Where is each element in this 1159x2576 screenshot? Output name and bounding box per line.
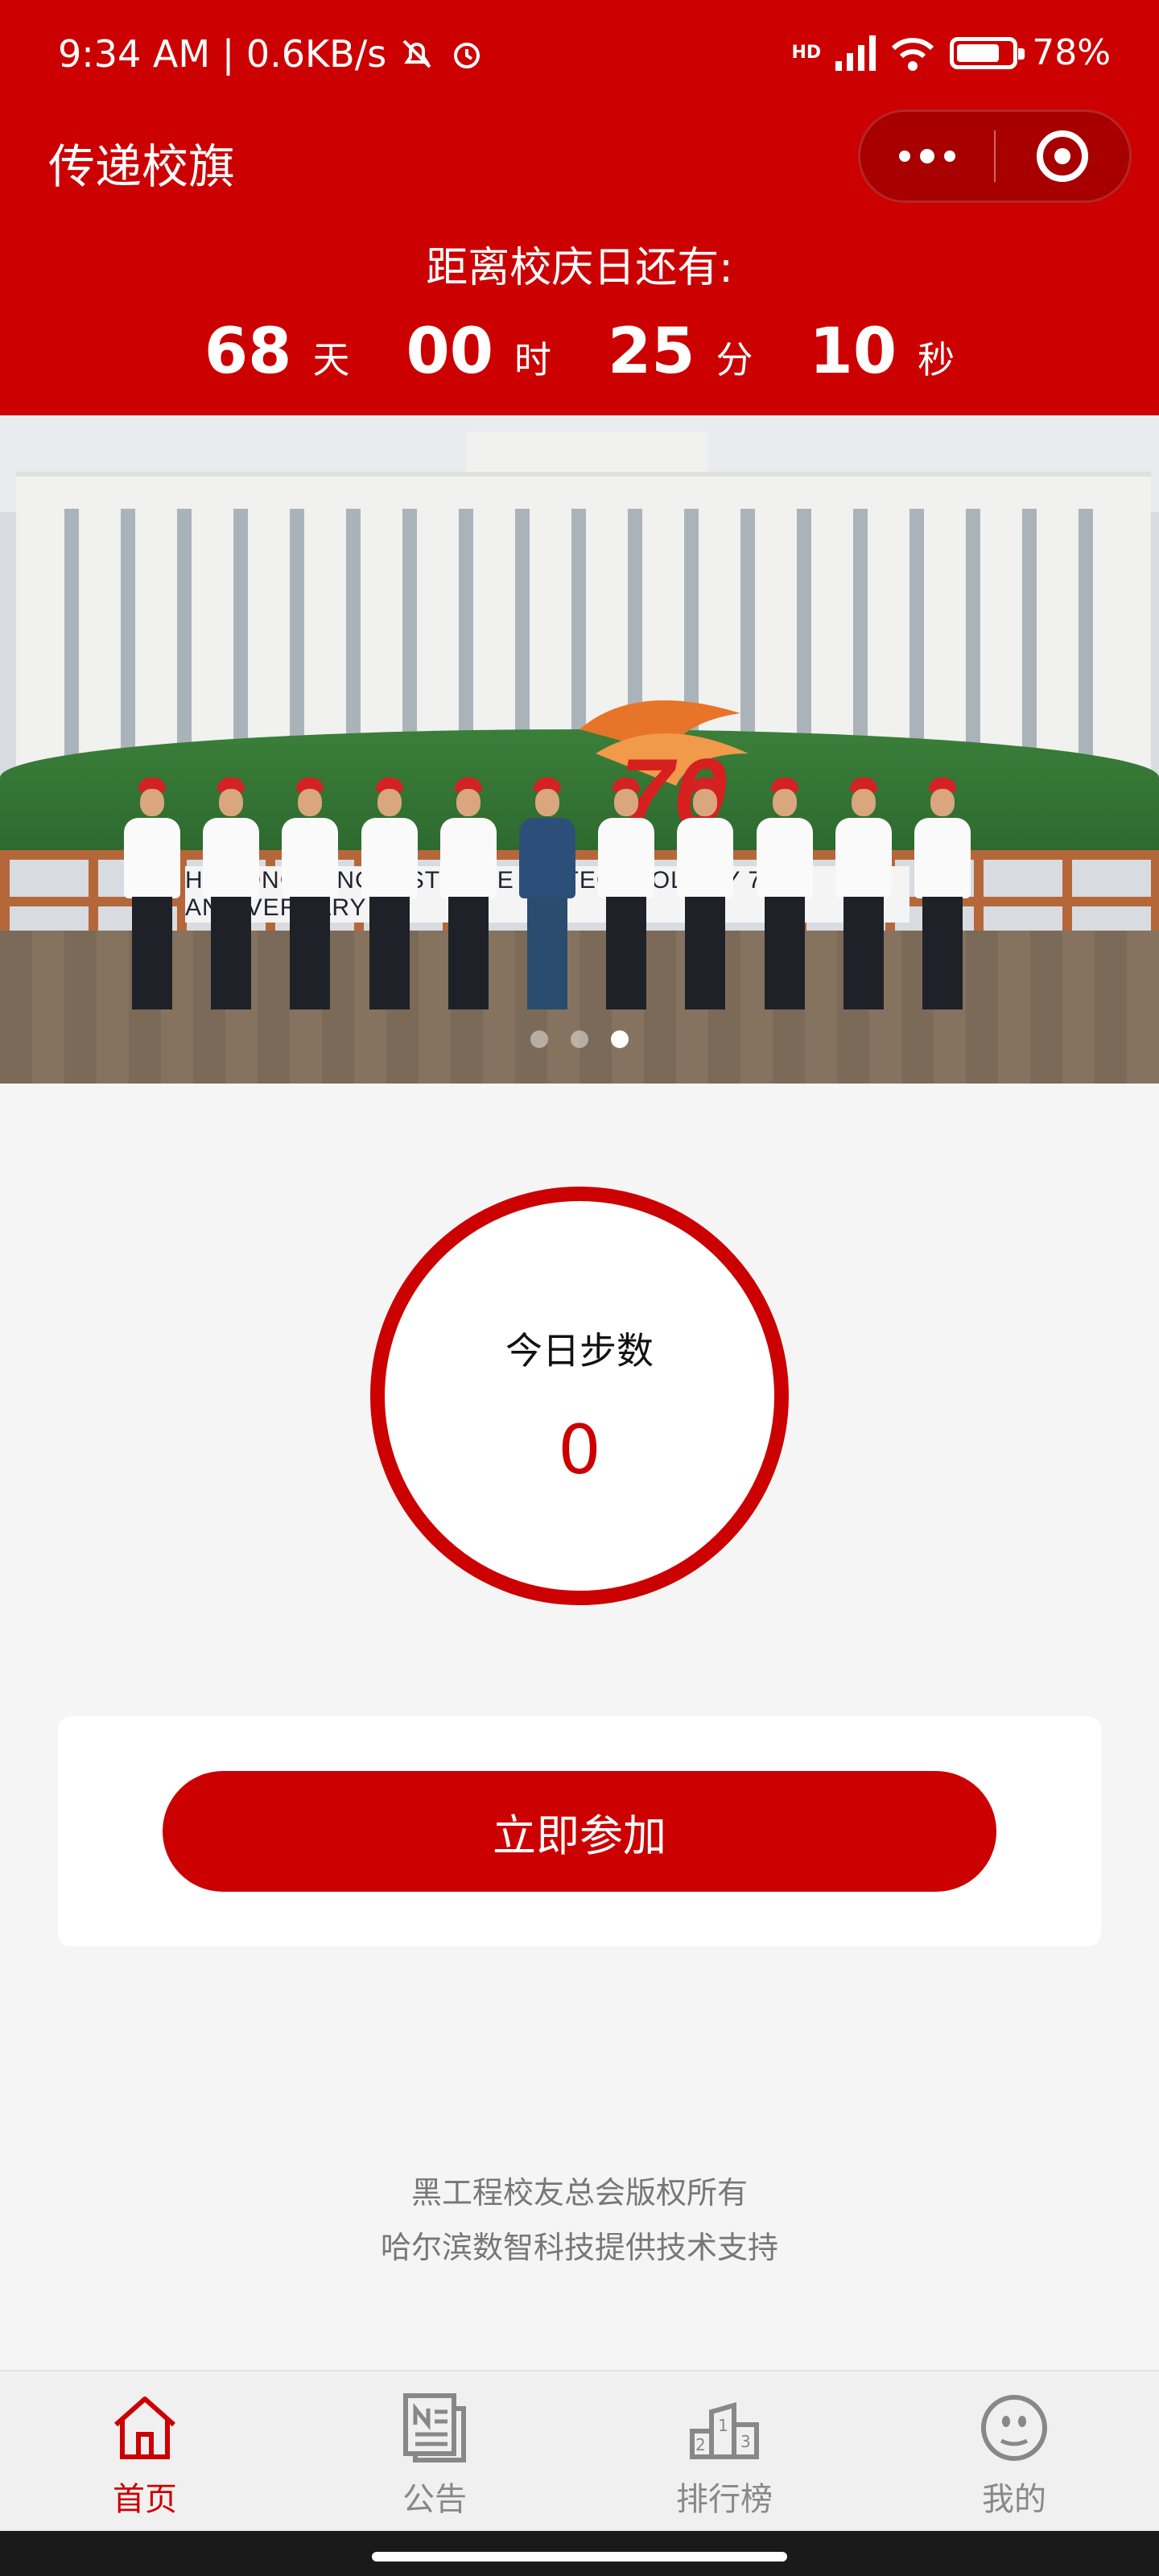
steps-label: 今日步数 bbox=[505, 1329, 654, 1373]
banner-carousel[interactable]: HEILONGJIANG INSTITUTE OF TECHNOLOGY 70T… bbox=[0, 415, 1159, 1084]
hd-label: HD bbox=[791, 43, 822, 63]
tab-announcements[interactable]: 公告 bbox=[290, 2372, 580, 2531]
tab-bar: 首页 公告 213 排行榜 我的 bbox=[0, 2370, 1159, 2531]
person-figure bbox=[358, 778, 421, 1019]
banner-people bbox=[121, 778, 974, 1035]
countdown-minutes: 25 bbox=[608, 316, 695, 388]
countdown-days: 68 bbox=[204, 316, 292, 388]
home-indicator[interactable] bbox=[372, 2552, 787, 2562]
status-left: 9:34 AM | 0.6KB/s bbox=[58, 32, 486, 76]
tech-support-line: 哈尔滨数智科技提供技术支持 bbox=[380, 2230, 778, 2265]
page-title: 传递校旗 bbox=[48, 139, 236, 194]
dot-icon bbox=[899, 151, 910, 162]
tab-label: 公告 bbox=[402, 2481, 467, 2518]
countdown-seconds: 10 bbox=[809, 316, 897, 388]
home-icon bbox=[114, 2396, 175, 2459]
carousel-dot[interactable] bbox=[571, 1030, 588, 1048]
carousel-dot[interactable] bbox=[530, 1030, 548, 1048]
join-card: 立即参加 bbox=[58, 1716, 1101, 1946]
tab-profile[interactable]: 我的 bbox=[869, 2372, 1159, 2531]
close-miniprogram-button[interactable] bbox=[996, 112, 1129, 200]
signal-icon bbox=[835, 35, 876, 71]
tab-label: 我的 bbox=[982, 2481, 1046, 2518]
status-bar: 9:34 AM | 0.6KB/s HD 78% bbox=[0, 0, 1159, 113]
copyright-footer: 黑工程校友总会版权所有 哈尔滨数智科技提供技术支持 bbox=[0, 2165, 1159, 2275]
podium-icon: 213 bbox=[690, 2402, 759, 2459]
person-figure bbox=[278, 778, 341, 1019]
person-figure bbox=[200, 778, 262, 1019]
more-button[interactable] bbox=[860, 112, 994, 200]
person-figure bbox=[832, 778, 895, 1019]
svg-text:3: 3 bbox=[740, 2432, 751, 2451]
person-figure bbox=[753, 778, 816, 1019]
copyright-line: 黑工程校友总会版权所有 bbox=[410, 2175, 748, 2211]
mute-bell-icon bbox=[402, 39, 431, 68]
days-unit: 天 bbox=[312, 338, 350, 382]
countdown-label: 距离校庆日还有: bbox=[426, 244, 733, 292]
person-figure bbox=[595, 778, 658, 1019]
person-figure bbox=[516, 778, 579, 1019]
person-figure bbox=[121, 778, 184, 1019]
news-icon bbox=[403, 2393, 466, 2462]
dot-icon bbox=[920, 149, 934, 163]
profile-icon bbox=[981, 2395, 1047, 2461]
carousel-dot-active[interactable] bbox=[611, 1030, 629, 1048]
hours-unit: 时 bbox=[514, 338, 551, 382]
svg-text:2: 2 bbox=[695, 2435, 706, 2454]
tab-label: 排行榜 bbox=[676, 2481, 773, 2518]
dot-icon bbox=[944, 151, 955, 162]
battery-icon bbox=[950, 36, 1025, 69]
countdown-hours: 00 bbox=[406, 316, 493, 388]
header: 9:34 AM | 0.6KB/s HD 78% 传递校旗 距离校庆日还有: 6… bbox=[0, 0, 1159, 415]
carousel-indicators bbox=[0, 1030, 1159, 1048]
wifi-icon bbox=[892, 37, 934, 71]
today-steps-circle: 今日步数 0 bbox=[370, 1187, 789, 1605]
miniprogram-capsule bbox=[858, 109, 1132, 203]
tab-leaderboard[interactable]: 213 排行榜 bbox=[580, 2372, 869, 2531]
seconds-unit: 秒 bbox=[918, 338, 955, 382]
alarm-icon bbox=[454, 43, 481, 68]
person-figure bbox=[674, 778, 736, 1019]
steps-value: 0 bbox=[558, 1410, 601, 1489]
tab-home[interactable]: 首页 bbox=[0, 2372, 290, 2531]
status-right: HD 78% bbox=[792, 32, 1111, 73]
target-icon bbox=[1036, 130, 1088, 182]
minutes-unit: 分 bbox=[716, 338, 753, 382]
svg-text:1: 1 bbox=[718, 2416, 728, 2435]
join-now-button[interactable]: 立即参加 bbox=[163, 1771, 996, 1892]
person-figure bbox=[911, 778, 974, 1019]
time-speed: 9:34 AM | 0.6KB/s bbox=[58, 32, 387, 76]
person-figure bbox=[437, 778, 500, 1019]
tab-label: 首页 bbox=[113, 2481, 177, 2518]
battery-percent: 78% bbox=[1032, 32, 1111, 73]
countdown-timer: 68 天 00 时 25 分 10 秒 bbox=[0, 316, 1159, 388]
system-gesture-bar bbox=[0, 2531, 1159, 2576]
